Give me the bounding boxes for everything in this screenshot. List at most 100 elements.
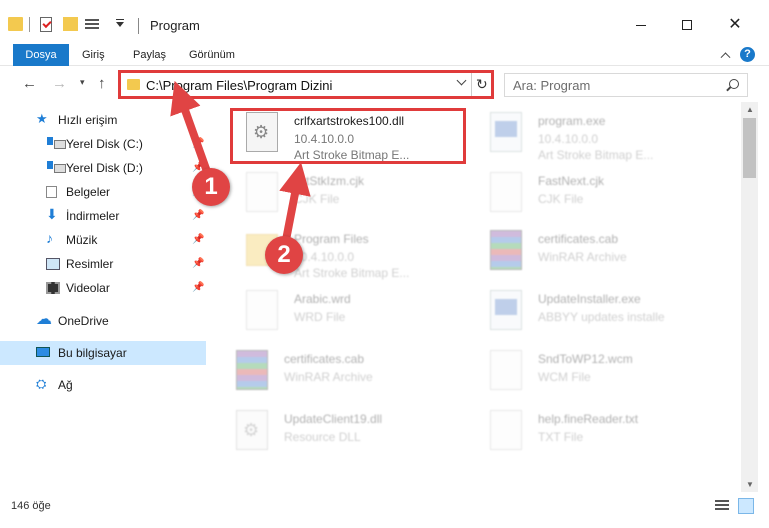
list-item[interactable]: SndToWP12.wcm WCM File xyxy=(476,346,716,406)
sidebar-item-label: OneDrive xyxy=(58,314,109,328)
tab-view[interactable]: Görünüm xyxy=(189,44,235,66)
maximize-button[interactable] xyxy=(664,10,710,40)
expand-ribbon-icon[interactable] xyxy=(720,52,731,63)
folder-icon[interactable] xyxy=(8,17,23,31)
new-folder-icon[interactable] xyxy=(63,17,78,31)
list-item[interactable]: certificates.cab WinRAR Archive xyxy=(476,226,716,286)
back-arrow-icon[interactable]: ← xyxy=(22,76,37,91)
quick-access-divider xyxy=(29,17,30,32)
address-dropdown-icon[interactable] xyxy=(456,75,467,86)
file-description: Art Stroke Bitmap E... xyxy=(294,266,410,280)
ribbon-tabs: Dosya Giriş Paylaş Görünüm xyxy=(0,44,769,66)
sidebar-item-pictures[interactable]: Resimler 📌 xyxy=(0,252,206,276)
window-title: Program xyxy=(150,18,200,33)
address-bar[interactable]: C:\Program Files\Program Dizini ↻ xyxy=(118,70,494,99)
sidebar-item-onedrive[interactable]: ☁ OneDrive xyxy=(0,309,206,333)
sidebar-item-network[interactable]: ⛭ Ağ xyxy=(0,373,206,397)
network-icon: ⛭ xyxy=(36,376,47,391)
pin-icon[interactable]: 📌 xyxy=(192,210,204,221)
search-icon[interactable] xyxy=(729,79,739,89)
title-bar: Program ✕ xyxy=(0,0,769,44)
recent-locations-icon[interactable]: ▾ xyxy=(80,78,85,87)
pictures-icon xyxy=(46,258,60,270)
customize-toolbar-icon[interactable] xyxy=(85,17,99,31)
pin-icon[interactable]: 📌 xyxy=(192,282,204,293)
file-name: ArtStkIzm.cjk xyxy=(294,174,365,188)
sidebar-item-documents[interactable]: Belgeler 📌 xyxy=(0,180,206,204)
download-icon: ⬇ xyxy=(46,206,58,222)
computer-icon xyxy=(36,347,50,357)
refresh-icon[interactable]: ↻ xyxy=(476,76,488,93)
list-item[interactable]: FastNext.cjk CJK File xyxy=(476,168,716,228)
list-item[interactable]: UpdateClient19.dll Resource DLL xyxy=(222,406,462,466)
maximize-icon xyxy=(682,20,692,30)
pin-icon[interactable]: 📌 xyxy=(192,234,204,245)
forward-arrow-icon[interactable]: → xyxy=(52,76,67,91)
tab-home[interactable]: Giriş xyxy=(82,44,105,66)
sidebar-item-videos[interactable]: Videolar 📌 xyxy=(0,276,206,300)
sidebar-item-label: Yerel Disk (D:) xyxy=(66,161,143,175)
properties-check-icon[interactable] xyxy=(40,17,52,32)
sidebar-item-label: Bu bilgisayar xyxy=(58,346,127,360)
file-type: Resource DLL xyxy=(284,430,361,444)
minimize-button[interactable] xyxy=(618,10,664,40)
address-divider xyxy=(471,73,472,96)
tab-share[interactable]: Paylaş xyxy=(133,44,166,66)
sidebar-item-local-disk-d[interactable]: Yerel Disk (D:) 📌 xyxy=(0,156,206,180)
music-icon: ♪ xyxy=(46,230,53,246)
file-type: CJK File xyxy=(538,192,584,206)
list-item[interactable]: ArtStkIzm.cjk CJK File xyxy=(232,168,472,228)
sidebar-item-label: Hızlı erişim xyxy=(58,113,118,127)
file-name: program.exe xyxy=(538,114,606,128)
tab-file[interactable]: Dosya xyxy=(13,44,69,66)
scroll-down-icon[interactable]: ▼ xyxy=(746,480,754,489)
file-name: certificates.cab xyxy=(538,232,619,246)
scroll-up-icon[interactable]: ▲ xyxy=(746,105,754,114)
sidebar-item-this-pc[interactable]: Bu bilgisayar xyxy=(0,341,206,365)
up-arrow-icon[interactable]: ↑ xyxy=(98,76,106,91)
help-icon[interactable]: ? xyxy=(740,47,755,62)
videos-icon xyxy=(46,282,60,294)
quick-access-dropdown-icon[interactable] xyxy=(116,22,124,27)
list-item[interactable]: program.exe 10.4.10.0.0 Art Stroke Bitma… xyxy=(476,108,716,168)
winrar-icon xyxy=(236,350,268,390)
scroll-thumb[interactable] xyxy=(743,118,756,178)
file-version: 10.4.10.0.0 xyxy=(294,250,355,264)
close-icon: ✕ xyxy=(728,16,742,33)
sidebar-item-label: Ağ xyxy=(58,378,73,392)
search-input[interactable] xyxy=(513,78,713,93)
pin-icon[interactable]: 📌 xyxy=(192,138,204,149)
file-name: Arabic.wrd xyxy=(294,292,351,306)
documents-icon xyxy=(46,186,57,198)
sidebar-item-label: Yerel Disk (C:) xyxy=(66,137,143,151)
vertical-scrollbar[interactable]: ▲ ▼ xyxy=(741,102,758,492)
sidebar-item-quick-access[interactable]: ★ Hızlı erişim xyxy=(0,108,206,132)
list-item[interactable]: Arabic.wrd WRD File xyxy=(232,286,472,346)
list-item[interactable]: help.fineReader.txt TXT File xyxy=(476,406,716,466)
close-button[interactable]: ✕ xyxy=(712,10,758,40)
winrar-icon xyxy=(490,230,522,270)
sidebar-item-label: Belgeler xyxy=(66,185,111,199)
search-box[interactable] xyxy=(504,73,748,97)
file-type: CJK File xyxy=(294,192,340,206)
large-icons-view-icon[interactable] xyxy=(738,498,754,514)
exe-icon xyxy=(490,112,522,152)
file-type: WinRAR Archive xyxy=(284,370,373,384)
sidebar-item-music[interactable]: ♪ Müzik 📌 xyxy=(0,228,206,252)
list-item[interactable]: UpdateInstaller.exe ABBYY updates instal… xyxy=(476,286,716,346)
address-path[interactable]: C:\Program Files\Program Dizini xyxy=(146,78,332,93)
drive-icon xyxy=(47,137,66,149)
file-type: WinRAR Archive xyxy=(538,250,627,264)
list-item[interactable]: certificates.cab WinRAR Archive xyxy=(222,346,462,406)
file-type: WRD File xyxy=(294,310,346,324)
sidebar-item-local-disk-c[interactable]: Yerel Disk (C:) 📌 xyxy=(0,132,206,156)
file-name: UpdateClient19.dll xyxy=(284,412,383,426)
details-view-icon[interactable] xyxy=(715,500,729,512)
sidebar-item-downloads[interactable]: ⬇ İndirmeler 📌 xyxy=(0,204,206,228)
step-badge-2: 2 xyxy=(265,236,303,274)
item-count: 146 öğe xyxy=(11,500,51,512)
pin-icon[interactable]: 📌 xyxy=(192,258,204,269)
step-badge-1: 1 xyxy=(192,168,230,206)
file-type: TXT File xyxy=(538,430,584,444)
file-name: help.fineReader.txt xyxy=(538,412,639,426)
